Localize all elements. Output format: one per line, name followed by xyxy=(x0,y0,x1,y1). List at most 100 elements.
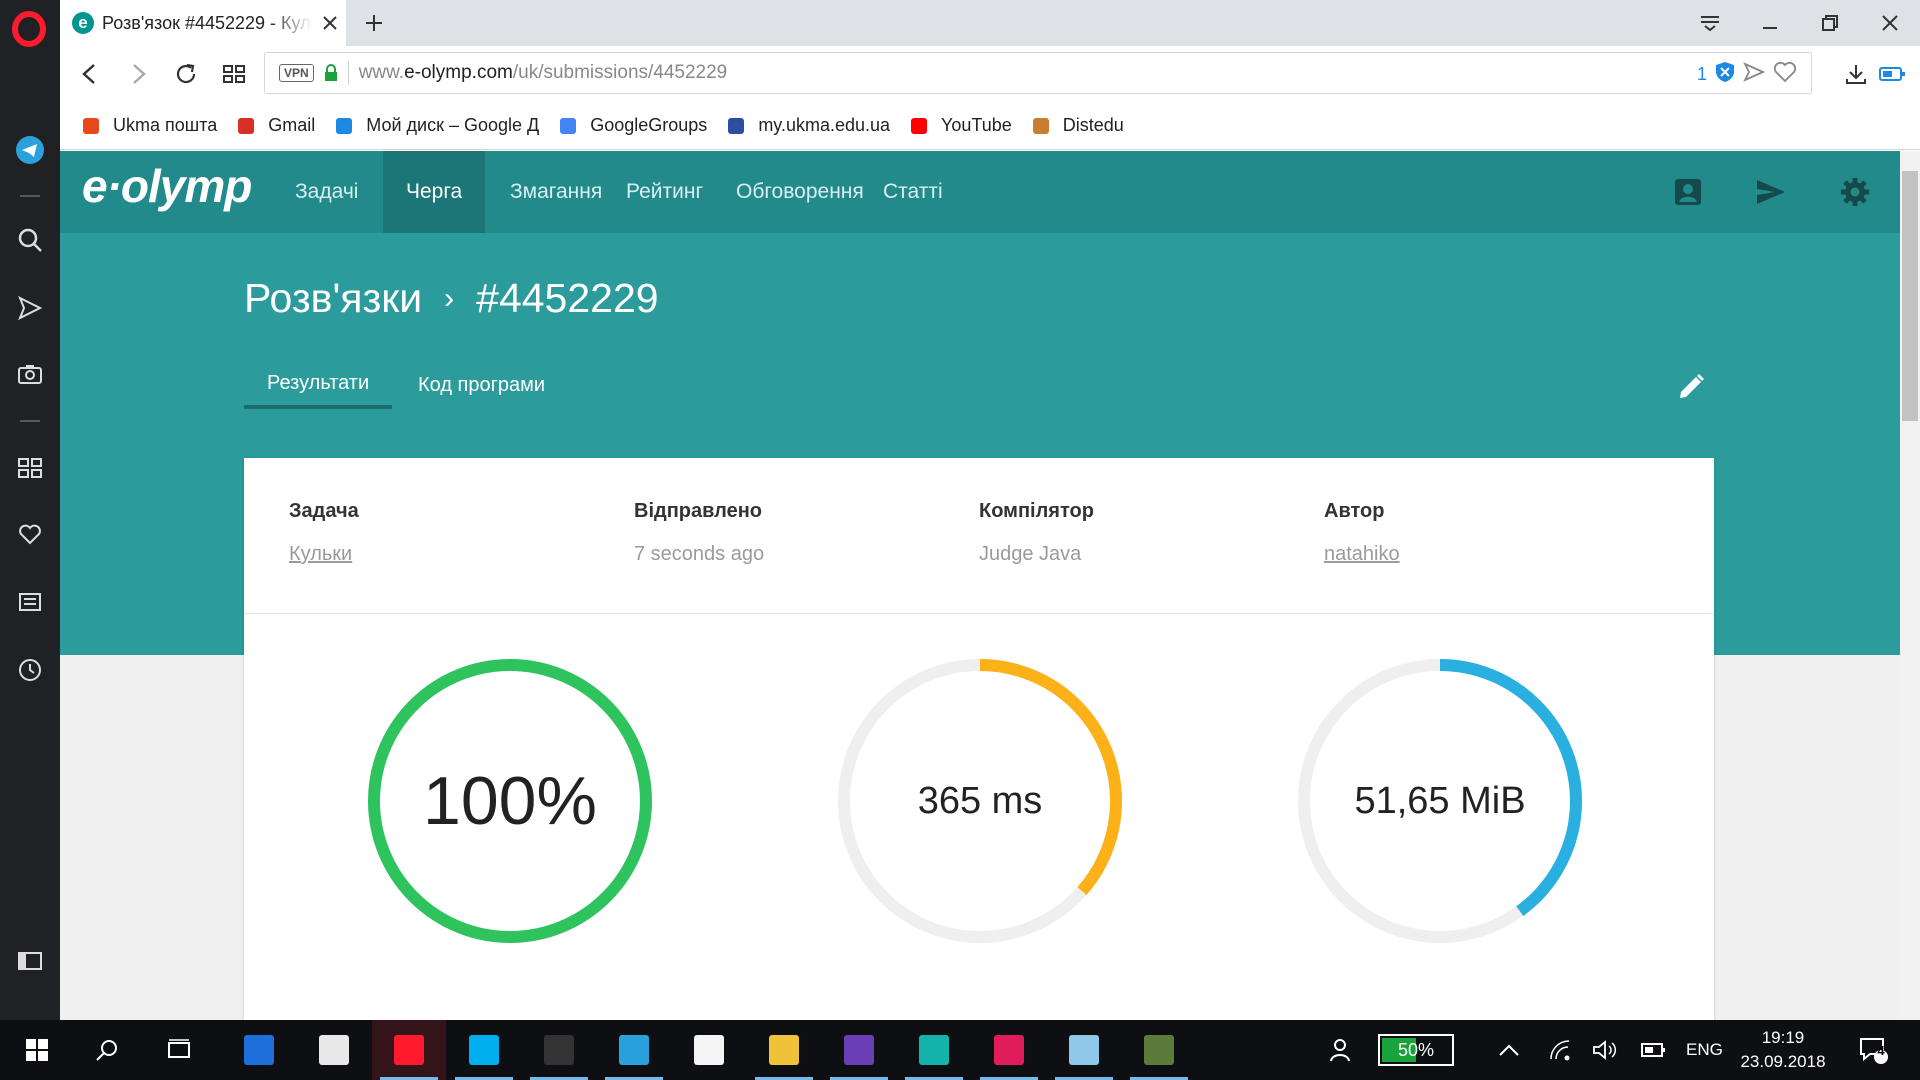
taskbar-app[interactable] xyxy=(822,1020,896,1080)
edit-pencil-icon[interactable] xyxy=(1673,369,1709,405)
task-link[interactable]: Кульки xyxy=(289,543,359,566)
reload-icon[interactable] xyxy=(170,58,202,90)
send-page-icon[interactable] xyxy=(1743,62,1766,87)
intellij-icon xyxy=(994,1035,1024,1065)
url-divider xyxy=(347,61,349,85)
windows-start-icon[interactable] xyxy=(0,1020,74,1080)
author-link[interactable]: natahiko xyxy=(1324,543,1400,566)
close-tab-icon[interactable] xyxy=(318,11,342,35)
taskbar-search-icon[interactable] xyxy=(70,1020,144,1080)
news-icon[interactable] xyxy=(12,584,48,620)
taskbar-app[interactable] xyxy=(1122,1020,1196,1080)
close-window-icon[interactable] xyxy=(1872,7,1908,39)
taskbar-app[interactable] xyxy=(522,1020,596,1080)
task-view-icon[interactable] xyxy=(142,1020,216,1080)
scrollbar-thumb[interactable] xyxy=(1902,171,1918,421)
taskbar-app[interactable] xyxy=(972,1020,1046,1080)
submitted-time: 7 seconds ago xyxy=(634,543,765,565)
people-icon[interactable] xyxy=(1326,1020,1352,1080)
tab-source-code[interactable]: Код програми xyxy=(395,361,568,409)
bookmark-heart-icon[interactable] xyxy=(1773,61,1797,88)
nav-queue[interactable]: Черга xyxy=(383,151,486,233)
battery-indicator[interactable]: 50% xyxy=(1378,1034,1454,1066)
system-clock[interactable]: 19:19 23.09.2018 xyxy=(1728,1026,1838,1074)
info-submitted: Відправлено 7 seconds ago xyxy=(634,500,764,566)
speed-dial-grid-icon[interactable] xyxy=(218,58,250,90)
taskbar-app[interactable] xyxy=(597,1020,671,1080)
address-bar[interactable]: VPN www.e-olymp.com/uk/submissions/44522… xyxy=(264,52,1812,94)
heart-icon[interactable] xyxy=(12,516,48,552)
new-tab-plus-icon[interactable] xyxy=(360,9,388,37)
power-plug-icon[interactable] xyxy=(1640,1020,1666,1080)
submission-card: Задача Кульки Відправлено 7 seconds ago … xyxy=(244,458,1714,1020)
taskbar-app[interactable] xyxy=(672,1020,746,1080)
nav-rating[interactable]: Рейтинг xyxy=(603,151,726,233)
google-drive-icon xyxy=(333,115,355,137)
info-label: Автор xyxy=(1324,500,1385,522)
windows-taskbar: 50% ENG 19:19 23.09.2018 4 xyxy=(0,1020,1920,1080)
opera-sidebar xyxy=(0,0,60,1020)
memory-gauge: 51,65 MiB xyxy=(1295,656,1585,946)
explorer-icon xyxy=(769,1035,799,1065)
search-icon[interactable] xyxy=(12,222,48,258)
opera-logo-icon[interactable] xyxy=(11,11,47,47)
bookmark-item[interactable]: GoogleGroups xyxy=(557,115,707,137)
gmail-icon xyxy=(235,115,257,137)
back-arrow-icon[interactable] xyxy=(74,58,106,90)
bookmark-item[interactable]: Gmail xyxy=(235,115,315,137)
send-icon[interactable] xyxy=(12,290,48,326)
breadcrumb-current: #4452229 xyxy=(476,275,659,321)
bookmark-item[interactable]: Ukma пошта xyxy=(80,115,217,137)
snapshot-camera-icon[interactable] xyxy=(12,356,48,392)
taskbar-app[interactable] xyxy=(1047,1020,1121,1080)
notification-count: 4 xyxy=(1877,1043,1885,1058)
taskbar-app[interactable] xyxy=(747,1020,821,1080)
restore-icon[interactable] xyxy=(1812,7,1848,39)
bookmark-item[interactable]: Distedu xyxy=(1030,115,1124,137)
breadcrumb-parent[interactable]: Розв'язки xyxy=(244,275,422,322)
sidebar-toggle-icon[interactable] xyxy=(12,943,48,979)
nav-articles[interactable]: Статті xyxy=(860,151,966,233)
browser-tab[interactable]: e Розв'язок #4452229 - Кульки xyxy=(60,0,346,46)
volume-icon[interactable] xyxy=(1592,1020,1618,1080)
site-logo[interactable]: e·olymp xyxy=(82,159,252,213)
minimize-icon[interactable] xyxy=(1752,7,1788,39)
history-clock-icon[interactable] xyxy=(12,652,48,688)
url-host: e-olymp.com xyxy=(404,62,513,83)
speed-dial-icon[interactable] xyxy=(12,450,48,486)
forward-arrow-icon[interactable] xyxy=(122,58,154,90)
downloads-icon[interactable] xyxy=(1840,58,1872,90)
visual-studio-icon xyxy=(844,1035,874,1065)
google-groups-icon xyxy=(557,115,579,137)
wifi-icon[interactable] xyxy=(1548,1020,1572,1080)
score-value: 100% xyxy=(423,763,597,839)
profile-icon[interactable] xyxy=(1668,172,1708,212)
show-hidden-icons-chevron-icon[interactable] xyxy=(1498,1020,1520,1080)
tab-results[interactable]: Результати xyxy=(244,361,393,409)
battery-saver-icon[interactable] xyxy=(1876,58,1908,90)
taskbar-app[interactable] xyxy=(897,1020,971,1080)
send-message-icon[interactable] xyxy=(1751,172,1791,212)
url-text[interactable]: www.e-olymp.com/uk/submissions/4452229 xyxy=(359,62,728,84)
bookmark-item[interactable]: YouTube xyxy=(908,115,1012,137)
tab-menu-icon[interactable] xyxy=(1692,7,1728,39)
settings-gear-icon[interactable] xyxy=(1835,172,1875,212)
site-navbar: e·olymp Задачі Черга Змагання Рейтинг Об… xyxy=(60,151,1900,233)
terminal-icon xyxy=(544,1035,574,1065)
telegram-icon[interactable] xyxy=(12,132,48,168)
notifications-icon[interactable]: 4 xyxy=(1858,1020,1888,1080)
taskbar-app[interactable] xyxy=(447,1020,521,1080)
adblock-shield-icon[interactable] xyxy=(1715,61,1735,88)
taskbar-app[interactable] xyxy=(297,1020,371,1080)
taskbar-app[interactable] xyxy=(372,1020,446,1080)
taskbar-app[interactable] xyxy=(222,1020,296,1080)
nav-tasks[interactable]: Задачі xyxy=(272,151,381,233)
bookmark-item[interactable]: my.ukma.edu.ua xyxy=(725,115,890,137)
language-indicator[interactable]: ENG xyxy=(1686,1020,1723,1080)
secure-lock-icon[interactable] xyxy=(324,64,338,82)
bookmark-item[interactable]: Мой диск – Google Д xyxy=(333,115,539,137)
page-scrollbar[interactable] xyxy=(1900,151,1920,1020)
vpn-badge[interactable]: VPN xyxy=(279,64,314,82)
breadcrumb: Розв'язки › #4452229 xyxy=(244,275,659,322)
address-bar-actions: 1 xyxy=(1697,61,1797,88)
